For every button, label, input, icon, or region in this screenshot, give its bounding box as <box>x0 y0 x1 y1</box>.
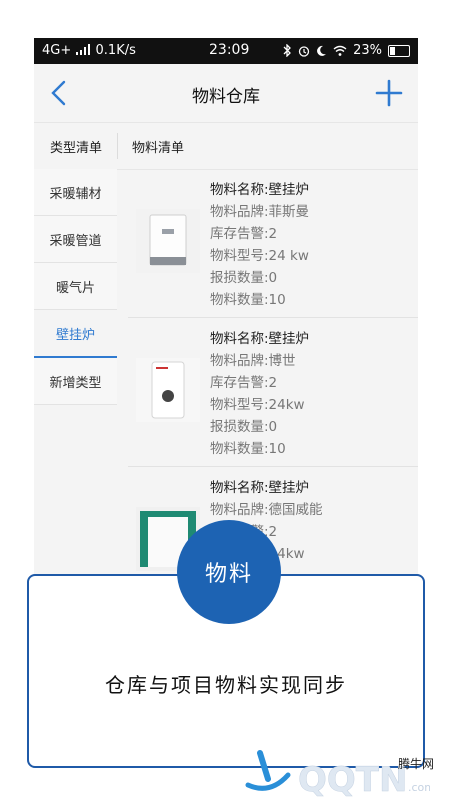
damaged-count: 报损数量:0 <box>210 419 278 435</box>
list-item[interactable]: 物料名称:壁挂炉 物料品牌:菲斯曼 库存告警:2 物料型号:24 kw 报损数量… <box>128 169 418 318</box>
phone-screen: 4G+ 0.1K/s 23:09 23% 物料仓库 类型清单 物料清单 采暖辅材… <box>34 38 418 578</box>
svg-text:.com: .com <box>408 781 430 794</box>
tab-bar: 类型清单 物料清单 <box>34 122 418 170</box>
page-title: 物料仓库 <box>192 87 260 107</box>
status-right: 23% <box>283 43 410 58</box>
sidebar-item-heating-accessories[interactable]: 采暖辅材 <box>34 169 117 216</box>
type-sidebar: 采暖辅材 采暖管道 暖气片 壁挂炉 新增类型 <box>34 169 117 405</box>
alarm-icon <box>298 45 310 57</box>
damaged-count: 报损数量:0 <box>210 270 278 286</box>
plus-icon[interactable] <box>374 78 404 108</box>
material-brand: 物料品牌:菲斯曼 <box>210 204 310 220</box>
status-left: 4G+ 0.1K/s <box>42 43 136 58</box>
status-time: 23:09 <box>209 42 250 58</box>
watermark-site: 腾牛网 <box>397 757 434 771</box>
tab-material-list[interactable]: 物料清单 <box>132 137 184 156</box>
stock-alert: 库存告警:2 <box>210 226 278 242</box>
boiler-image <box>136 358 200 422</box>
material-name: 物料名称:壁挂炉 <box>210 182 310 198</box>
tab-divider <box>117 133 118 159</box>
material-quantity: 物料数量:10 <box>210 292 286 308</box>
material-details: 物料名称:壁挂炉 物料品牌:菲斯曼 库存告警:2 物料型号:24 kw 报损数量… <box>210 179 309 311</box>
wifi-icon <box>333 45 347 56</box>
promo-badge: 物料 <box>177 520 281 624</box>
sidebar-item-radiators[interactable]: 暖气片 <box>34 263 117 310</box>
material-list: 物料名称:壁挂炉 物料品牌:菲斯曼 库存告警:2 物料型号:24 kw 报损数量… <box>128 169 418 578</box>
sidebar-item-wall-boiler[interactable]: 壁挂炉 <box>34 310 117 358</box>
material-model: 物料型号:24 kw <box>210 248 309 264</box>
battery-icon <box>388 44 410 57</box>
battery-percent: 23% <box>353 43 382 58</box>
moon-icon <box>317 45 327 56</box>
material-details: 物料名称:壁挂炉 物料品牌:博世 库存告警:2 物料型号:24kw 报损数量:0… <box>210 328 309 460</box>
tab-type-list[interactable]: 类型清单 <box>50 137 102 156</box>
status-bar: 4G+ 0.1K/s 23:09 23% <box>34 38 418 64</box>
material-brand: 物料品牌:德国威能 <box>210 502 323 518</box>
speed-label: 0.1K/s <box>95 43 136 58</box>
material-brand: 物料品牌:博世 <box>210 353 296 369</box>
material-name: 物料名称:壁挂炉 <box>210 480 310 496</box>
stock-alert: 库存告警:2 <box>210 375 278 391</box>
material-quantity: 物料数量:10 <box>210 441 286 457</box>
network-label: 4G+ <box>42 43 72 58</box>
header-bar: 物料仓库 <box>34 64 418 122</box>
sidebar-item-add-type[interactable]: 新增类型 <box>34 358 117 405</box>
qqtn-watermark-logo: QQTN .com <box>245 750 430 800</box>
bluetooth-icon <box>283 44 292 57</box>
svg-text:QQTN: QQTN <box>298 760 407 800</box>
boiler-image <box>136 209 200 273</box>
sidebar-item-heating-pipes[interactable]: 采暖管道 <box>34 216 117 263</box>
promo-caption: 仓库与项目物料实现同步 <box>105 673 347 697</box>
material-name: 物料名称:壁挂炉 <box>210 331 310 347</box>
signal-icon <box>76 44 91 55</box>
list-item[interactable]: 物料名称:壁挂炉 物料品牌:博世 库存告警:2 物料型号:24kw 报损数量:0… <box>128 318 418 467</box>
material-model: 物料型号:24kw <box>210 397 305 413</box>
